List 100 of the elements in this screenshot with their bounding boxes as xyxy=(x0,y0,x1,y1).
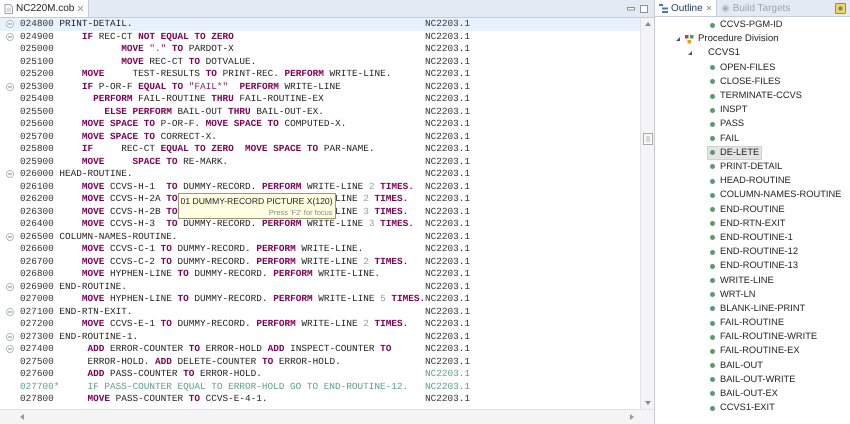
sequence-tag: NC2203.1 xyxy=(425,30,470,43)
code-text: END-ROUTINE. xyxy=(58,280,127,293)
sequence-tag: NC2203.1 xyxy=(425,318,470,330)
sequence-tag: NC2203.1 xyxy=(425,256,470,268)
tree-item[interactable]: CCVS1-EXIT xyxy=(707,401,778,416)
dot-icon xyxy=(710,278,715,283)
sequence-tag: NC2203.1 xyxy=(425,218,470,230)
expanded-caret-icon[interactable] xyxy=(687,50,693,56)
dot-icon xyxy=(710,136,715,142)
tree-item[interactable]: END-ROUTINE xyxy=(707,202,788,217)
right-arrow-icon[interactable] xyxy=(630,414,634,420)
sequence-tag: NC2203.1 xyxy=(425,118,470,130)
dot-icon xyxy=(710,363,715,368)
line-number: 025700 xyxy=(20,130,54,143)
code-text: ELSE PERFORM BAIL-OUT THRU BAIL-OUT-EX. xyxy=(103,106,324,118)
tree-item[interactable]: PASS xyxy=(707,117,748,132)
tree-item[interactable]: COLUMN-NAMES-ROUTINE xyxy=(707,188,844,202)
line-number: 027000 xyxy=(20,293,54,306)
code-text: LINE 2 TIMES. xyxy=(335,193,408,206)
tree-item[interactable]: DE-LETE xyxy=(707,146,762,160)
code-text: MOVE CCVS-C-1 TO DUMMY-RECORD. PERFORM WRITE-LINE. xyxy=(80,243,364,256)
fold-icon[interactable] xyxy=(6,308,14,316)
panel-tab[interactable]: Outline xyxy=(655,0,717,16)
minimize-icon[interactable] xyxy=(627,6,635,10)
dot-icon xyxy=(710,207,715,212)
code-text: END-ROUTINE-1. xyxy=(58,330,138,343)
tree-item[interactable]: Procedure Division xyxy=(698,32,779,46)
close-icon[interactable] xyxy=(706,5,712,11)
fold-icon[interactable] xyxy=(6,170,14,178)
line-number: 025100 xyxy=(20,56,54,68)
code-text: ERROR-HOLD. ADD DELETE-COUNTER TO ERROR-HOLD. xyxy=(86,356,341,368)
tree-item[interactable]: OPEN-FILES xyxy=(707,60,778,75)
code-text: MOVE CCVS-H-2A TO xyxy=(80,193,178,206)
line-number: 025500 xyxy=(20,106,54,118)
up-arrow-icon[interactable] xyxy=(644,22,650,26)
tree-item[interactable]: END-ROUTINE-1 xyxy=(707,230,796,245)
tree-item[interactable]: WRITE-LINE xyxy=(707,273,777,288)
sequence-tag: NC2203.1 xyxy=(425,393,470,406)
code-text: MOVE SPACE TO CORRECT-X. xyxy=(80,130,217,143)
tooltip-text: 01 DUMMY-RECORD PICTURE X(120) xyxy=(180,195,333,207)
sequence-tag: NC2203.1 xyxy=(425,243,470,256)
sequence-tag: NC2203.1 xyxy=(425,330,470,343)
vertical-scrollbar[interactable] xyxy=(640,18,654,409)
sequence-tag: NC2203.1 xyxy=(425,156,470,168)
sequence-tag: NC2203.1 xyxy=(425,68,470,80)
code-text: MOVE CCVS-H-2B TO xyxy=(80,206,178,218)
fold-icon[interactable] xyxy=(6,282,14,291)
code-text: MOVE SPACE TO P-OR-F. MOVE SPACE TO COMPUTED-X. xyxy=(80,118,346,130)
tree-item[interactable]: CLOSE-FILES xyxy=(707,74,784,89)
tree-item[interactable]: HEAD-ROUTINE xyxy=(707,174,794,188)
dot-icon xyxy=(710,164,715,170)
fold-icon[interactable] xyxy=(6,232,14,241)
sequence-tag: NC2203.1 xyxy=(425,293,470,306)
tree-item[interactable]: FAIL-ROUTINE-WRITE xyxy=(707,330,820,344)
file-tab[interactable]: NC220M.cob xyxy=(0,0,90,17)
line-number: 026500 xyxy=(20,230,54,243)
tree-item[interactable]: INSPT xyxy=(707,103,750,118)
outline-icon xyxy=(659,4,668,12)
expanded-caret-icon[interactable] xyxy=(675,36,681,42)
line-number: 027200 xyxy=(20,318,54,330)
tree-item[interactable]: CCVS-PGM-ID xyxy=(707,18,786,32)
tree-item[interactable]: WRT-LN xyxy=(707,288,758,302)
scroll-thumb-icon[interactable] xyxy=(642,132,652,144)
maximize-icon[interactable] xyxy=(640,4,648,12)
dot-icon xyxy=(710,377,715,382)
code-text: COLUMN-NAMES-ROUTINE. xyxy=(58,230,178,243)
dot-icon xyxy=(710,320,715,326)
tree-item[interactable]: BLANK-LINE-PRINT xyxy=(707,302,808,316)
down-arrow-icon[interactable] xyxy=(644,401,650,405)
tree-item[interactable]: BAIL-OUT xyxy=(707,358,766,373)
tree-item[interactable]: END-ROUTINE-12 xyxy=(707,245,801,260)
tree-item[interactable]: END-RTN-EXIT xyxy=(707,216,788,231)
dot-icon xyxy=(710,22,715,28)
tree-item[interactable]: TERMINATE-CCVS xyxy=(707,88,805,104)
code-text: END-RTN-EXIT. xyxy=(58,306,133,318)
tree-item[interactable]: FAIL xyxy=(707,132,742,146)
dot-icon xyxy=(710,292,715,298)
fold-icon[interactable] xyxy=(6,345,14,354)
toolbar-icon[interactable] xyxy=(835,2,846,14)
code-text: * IF PASS-COUNTER EQUAL TO ERROR-HOLD GO TO END-ROUTINE-12. xyxy=(54,380,408,393)
fold-icon[interactable] xyxy=(6,20,14,28)
tree-item[interactable]: END-ROUTINE-13 xyxy=(707,259,801,274)
fold-icon[interactable] xyxy=(6,82,14,91)
fold-icon[interactable] xyxy=(6,332,14,341)
left-arrow-icon[interactable] xyxy=(20,414,24,420)
tree-item[interactable]: FAIL-ROUTINE xyxy=(707,316,788,330)
tree-item[interactable]: PRINT-DETAIL xyxy=(707,160,786,174)
dot-icon xyxy=(710,221,715,226)
horizontal-scrollbar[interactable] xyxy=(0,409,654,424)
line-number: 026800 xyxy=(20,268,54,280)
sequence-tag: NC2203.1 xyxy=(425,168,470,180)
tree-item[interactable]: CCVS1 xyxy=(708,46,740,61)
fold-icon[interactable] xyxy=(6,32,14,41)
sequence-tag: NC2203.1 xyxy=(425,106,470,118)
tree-item[interactable]: BAIL-OUT-WRITE xyxy=(707,372,798,387)
close-icon[interactable] xyxy=(77,5,84,12)
sequence-tag: NC2203.1 xyxy=(425,43,470,56)
sequence-tag: NC2203.1 xyxy=(425,180,470,193)
tree-item[interactable]: BAIL-OUT-EX xyxy=(707,386,781,402)
tree-item[interactable]: FAIL-ROUTINE-EX xyxy=(707,344,803,358)
